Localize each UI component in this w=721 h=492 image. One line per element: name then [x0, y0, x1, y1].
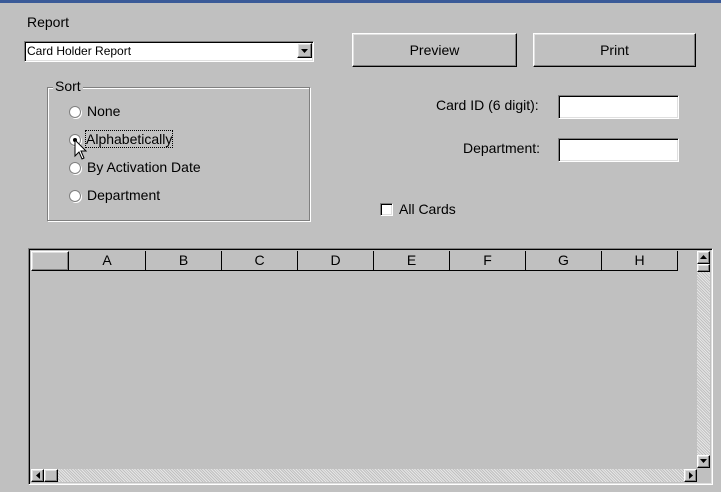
grid-header-row: A B C D E F G H	[31, 251, 678, 271]
sort-department-radio[interactable]	[69, 190, 81, 202]
scroll-right-button[interactable]	[684, 469, 697, 482]
mouse-pointer-icon	[74, 139, 88, 160]
all-cards-label[interactable]: All Cards	[399, 201, 456, 217]
sort-none-label[interactable]: None	[87, 103, 120, 119]
print-button[interactable]: Print	[533, 33, 696, 67]
sort-activation-date-radio[interactable]	[69, 162, 81, 174]
grid-column-header[interactable]: B	[146, 251, 222, 271]
grid-column-header[interactable]: D	[298, 251, 374, 271]
scroll-left-button[interactable]	[31, 469, 44, 482]
card-id-input[interactable]	[558, 95, 679, 119]
scrollbar-corner	[697, 469, 710, 482]
report-grid[interactable]: A B C D E F G H	[28, 248, 713, 485]
sort-group-title: Sort	[53, 78, 83, 94]
card-id-label: Card ID (6 digit):	[436, 97, 539, 113]
grid-vertical-scrollbar[interactable]	[697, 251, 710, 468]
department-input[interactable]	[558, 138, 679, 162]
arrow-up-icon	[700, 255, 707, 259]
grid-column-header[interactable]: F	[450, 251, 526, 271]
department-label: Department:	[463, 140, 541, 156]
grid-column-header[interactable]: C	[222, 251, 298, 271]
preview-button[interactable]: Preview	[352, 33, 517, 67]
arrow-right-icon	[689, 472, 693, 479]
window-top-edge	[0, 0, 721, 3]
grid-column-header[interactable]: A	[69, 251, 146, 271]
horizontal-scroll-thumb[interactable]	[44, 469, 58, 482]
scroll-down-button[interactable]	[697, 455, 710, 468]
grid-corner-cell[interactable]	[31, 251, 69, 271]
arrow-down-icon	[700, 459, 707, 463]
report-select[interactable]: Card Holder Report	[24, 41, 314, 62]
report-select-value: Card Holder Report	[27, 44, 132, 58]
chevron-down-icon	[301, 49, 308, 53]
sort-alphabetically-label[interactable]: Alphabetically	[84, 130, 174, 148]
scroll-up-button[interactable]	[697, 251, 710, 264]
sort-department-label[interactable]: Department	[87, 187, 160, 203]
sort-activation-date-label[interactable]: By Activation Date	[87, 159, 201, 175]
all-cards-checkbox[interactable]	[380, 203, 393, 216]
grid-column-header[interactable]: H	[602, 251, 678, 271]
grid-horizontal-scrollbar[interactable]	[31, 469, 697, 482]
report-dropdown-button[interactable]	[297, 43, 312, 58]
report-label: Report	[27, 14, 70, 30]
grid-column-header[interactable]: G	[526, 251, 602, 271]
vertical-scroll-thumb[interactable]	[697, 264, 710, 272]
grid-column-header[interactable]: E	[374, 251, 450, 271]
sort-none-radio[interactable]	[69, 106, 81, 118]
arrow-left-icon	[36, 472, 40, 479]
